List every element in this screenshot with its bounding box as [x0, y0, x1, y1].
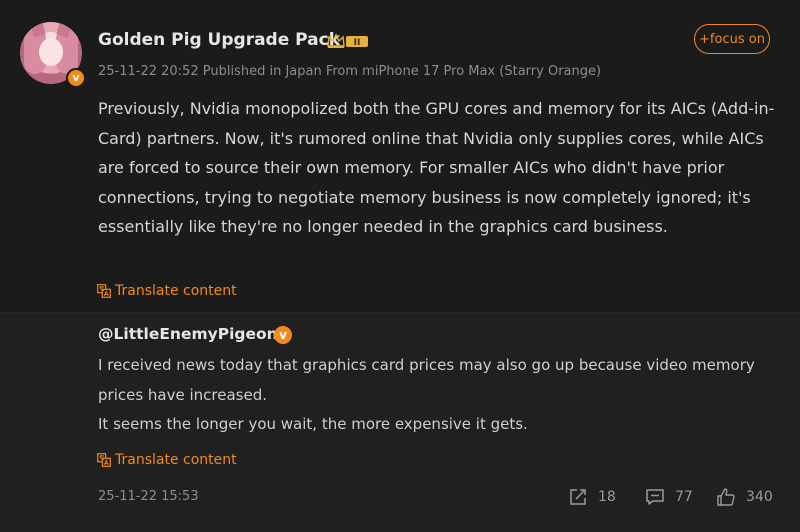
- svg-text:II: II: [354, 38, 361, 48]
- commenter-name[interactable]: @LittleEnemyPigeon: [98, 325, 278, 343]
- verified-icon: v: [66, 68, 86, 88]
- comment-icon: [646, 489, 664, 505]
- translate-label: Translate content: [115, 452, 237, 468]
- comment-line: It seems the longer you wait, the more e…: [98, 415, 528, 433]
- like-button[interactable]: 340: [716, 487, 773, 507]
- thumbs-up-icon: [717, 488, 735, 506]
- post-body: Previously, Nvidia monopolized both the …: [98, 99, 775, 237]
- comment-timestamp: 25-11-22 15:53: [98, 489, 199, 504]
- post-card: v Golden Pig Upgrade Pack II +focus on 2…: [0, 0, 800, 312]
- avatar-face: [39, 38, 63, 66]
- share-button[interactable]: 18: [568, 487, 616, 507]
- crown-level-badge-icon: II: [327, 33, 368, 48]
- author-name[interactable]: Golden Pig Upgrade Pack: [98, 30, 340, 50]
- translate-content-link[interactable]: Translate content: [97, 283, 237, 299]
- post-meta: 25-11-22 20:52 Published in Japan From m…: [98, 64, 602, 79]
- translate-content-link[interactable]: Translate content: [97, 452, 237, 468]
- comment-button[interactable]: 77: [645, 487, 693, 507]
- translate-label: Translate content: [115, 283, 237, 299]
- weibo-post-view: v Golden Pig Upgrade Pack II +focus on 2…: [0, 0, 800, 532]
- comment-body: I received news today that graphics card…: [98, 351, 788, 440]
- comment-line: I received news today that graphics card…: [98, 356, 755, 404]
- verified-icon: v: [274, 326, 292, 344]
- translate-icon: [97, 284, 111, 298]
- comment-card: @LittleEnemyPigeon v I received news tod…: [0, 313, 800, 532]
- translate-icon: [97, 453, 111, 467]
- share-icon: [570, 489, 586, 505]
- like-count: 340: [746, 489, 773, 505]
- follow-button[interactable]: +focus on: [694, 24, 770, 54]
- comment-count: 77: [675, 489, 693, 505]
- share-count: 18: [598, 489, 616, 505]
